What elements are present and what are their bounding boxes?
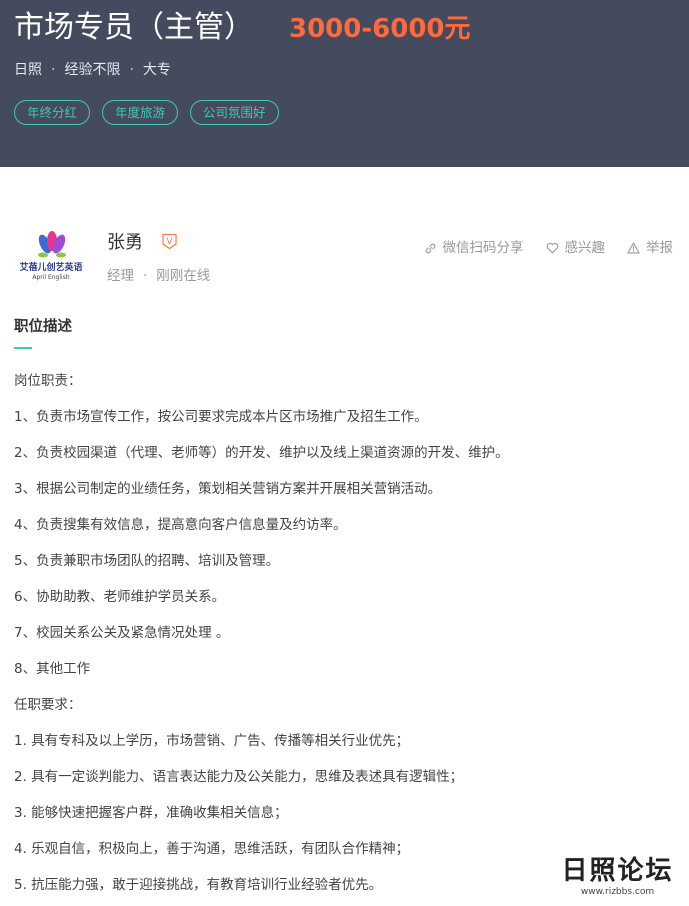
interest-button[interactable]: 感兴趣 [546,239,606,257]
job-title: 市场专员（主管） [14,10,254,45]
hr-name: 张勇 [107,232,143,253]
hr-status: 刚刚在线 [156,268,211,284]
welfare-tag: 年终分红 [14,100,91,125]
description-line: 6、协助助教、老师维护学员关系。 [14,589,226,605]
job-description: 岗位职责： 1、负责市场宣传工作，按公司要求完成本片区市场推广及招生工作。 2、… [14,371,674,906]
description-line: 8、其他工作 [14,661,91,677]
report-button[interactable]: 举报 [627,239,673,257]
section-title: 职位描述 [14,319,72,335]
meta-separator: · [143,268,148,284]
heart-icon [546,242,558,254]
description-line: 2、负责校园渠道（代理、老师等）的开发、维护以及线上渠道资源的开发、维护。 [14,445,509,461]
description-line: 7、校园关系公关及紧急情况处理 。 [14,625,230,641]
warning-icon [627,242,640,254]
watermark-title: 日照论坛 [561,856,674,886]
link-icon [425,243,435,253]
hr-title: 经理 [107,268,134,284]
company-logo[interactable]: 艾蓓儿创艺英语 April English [13,226,89,296]
welfare-tag: 公司氛围好 [190,100,279,125]
meta-separator: · [51,62,56,78]
job-meta: 日照 · 经验不限 · 大专 [14,60,171,80]
report-label: 举报 [646,240,673,256]
job-education: 大专 [142,62,171,78]
welfare-tags: 年终分红 年度旅游 公司氛围好 [14,100,291,125]
description-line: 3、根据公司制定的业绩任务，策划相关营销方案并开展相关营销活动。 [14,481,442,497]
watermark-url: www.rizbbs.com [580,887,655,897]
description-line: 3. 能够快速把握客户群，准确收集相关信息； [14,805,288,821]
meta-separator: · [129,62,134,78]
description-line: 岗位职责： [14,373,82,389]
logo-text: 艾蓓儿创艺英语 [19,263,83,273]
logo-petals-icon [38,231,66,258]
description-line: 5、负责兼职市场团队的招聘、培训及管理。 [14,553,280,569]
interest-label: 感兴趣 [564,240,606,256]
description-line: 4、负责搜集有效信息，提高意向客户信息量及约访率。 [14,517,347,533]
verified-badge-letter: V [166,237,173,247]
section-underline [14,347,32,349]
job-actions: 微信扫码分享 感兴趣 举报 [402,239,673,257]
job-header: 市场专员（主管） 3000-6000元 日照 · 经验不限 · 大专 年终分红 年度旅游… [0,0,689,167]
share-label: 微信扫码分享 [442,240,524,256]
description-line: 任职要求： [14,697,82,713]
description-line: 1. 具有专科及以上学历，市场营销、广告、传播等相关行业优先； [14,733,410,749]
logo-subtext: April English [32,274,70,281]
salary: 3000-6000元 [289,14,471,44]
description-line: 1、负责市场宣传工作，按公司要求完成本片区市场推广及招生工作。 [14,409,428,425]
hr-meta: 经理 · 刚刚在线 [107,267,210,285]
welfare-tag: 年度旅游 [102,100,179,125]
verified-badge-icon: V [162,233,177,250]
description-line: 2. 具有一定谈判能力、语言表达能力及公关能力，思维及表述具有逻辑性； [14,769,464,785]
job-experience: 经验不限 [64,62,121,78]
share-button[interactable]: 微信扫码分享 [424,239,524,257]
site-watermark: 日照论坛 www.rizbbs.com [560,856,675,898]
job-location: 日照 [14,62,42,78]
